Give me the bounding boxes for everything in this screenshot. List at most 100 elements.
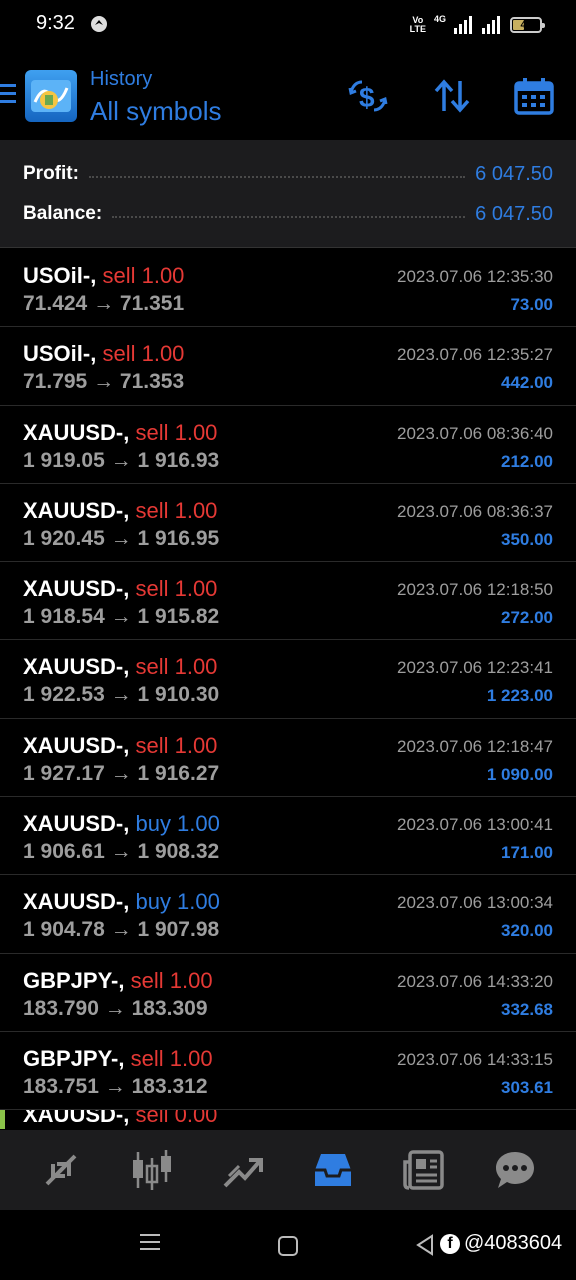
currency-exchange-icon[interactable]: $	[346, 74, 390, 118]
arrow-icon: →	[110, 840, 132, 864]
trade-time: 2023.07.06 08:36:40	[397, 423, 553, 443]
trade-row[interactable]: GBPJPY-, sell 1.00 183.751 → 183.312 2023.…	[0, 1032, 576, 1111]
app-logo[interactable]	[25, 70, 77, 122]
close-price: 1 910.30	[137, 683, 220, 707]
profit-label: Profit:	[23, 163, 79, 184]
trade-icon[interactable]	[213, 1140, 273, 1200]
trade-direction: sell 1.00	[102, 263, 185, 288]
trade-row-partial[interactable]: XAUUSD-, sell 0.00	[0, 1110, 576, 1129]
trade-symbol: XAUUSD-, buy 1.00	[23, 889, 220, 915]
trade-row[interactable]: GBPJPY-, sell 1.00 183.790 → 183.309 2023.…	[0, 954, 576, 1032]
trade-direction: sell 1.00	[102, 341, 185, 367]
open-price: 1 920.45	[23, 526, 105, 550]
trade-profit: 320.00	[501, 921, 553, 941]
trade-time: 2023.07.06 14:33:15	[397, 1049, 553, 1069]
trade-symbol: XAUUSD-, sell 1.00	[23, 732, 218, 758]
trade-row[interactable]: XAUUSD-, sell 1.00 1 920.45 → 1 916.95 202…	[0, 484, 576, 563]
trade-profit: 332.68	[501, 999, 553, 1019]
trade-row[interactable]: XAUUSD-, sell 1.00 1 919.05 → 1 916.93 202…	[0, 406, 576, 484]
trade-profit: 442.00	[501, 373, 553, 393]
close-price: 183.309	[131, 996, 208, 1020]
trade-prices: 1 922.53 → 1 910.30	[23, 683, 219, 707]
calendar-icon[interactable]	[512, 74, 556, 118]
trade-time: 2023.07.06 13:00:34	[397, 893, 553, 913]
trade-time: 2023.07.06 14:33:20	[397, 971, 553, 991]
chat-icon[interactable]	[485, 1140, 545, 1200]
balance-label: Balance:	[23, 203, 103, 224]
profit-value: 6 047.50	[475, 162, 553, 185]
trade-row[interactable]: XAUUSD-, buy 1.00 1 904.78 → 1 907.98 2023…	[0, 875, 576, 954]
news-icon[interactable]	[394, 1140, 454, 1200]
trade-symbol: GBPJPY-, sell 1.00	[23, 967, 213, 993]
recent-apps-button[interactable]	[140, 1234, 160, 1255]
status-time: 9:32	[36, 12, 75, 34]
trade-row[interactable]: XAUUSD-, sell 1.00 1 918.54 → 1 915.82 202…	[0, 562, 576, 641]
dotted-leader	[112, 216, 466, 218]
page-title: History	[90, 68, 153, 90]
open-price: 1 906.61	[23, 840, 105, 864]
arrow-icon: →	[110, 605, 132, 629]
trade-profit: 350.00	[501, 529, 553, 549]
menu-icon[interactable]	[0, 84, 16, 106]
quotes-icon[interactable]	[31, 1140, 91, 1200]
arrow-icon: →	[93, 370, 115, 394]
trade-row[interactable]: XAUUSD-, buy 1.00 1 906.61 → 1 908.32 2023…	[0, 797, 576, 876]
signal-icon-sim2	[482, 16, 500, 34]
trade-direction: sell 1.00	[130, 1045, 213, 1071]
balance-row: Balance: 6 047.50	[23, 199, 553, 229]
watermark-text: @4083604	[464, 1232, 563, 1254]
open-price: 1 904.78	[23, 918, 105, 942]
history-icon[interactable]	[303, 1140, 363, 1200]
symbol-filter[interactable]: All symbols	[90, 96, 221, 127]
back-button[interactable]	[414, 1234, 436, 1256]
trade-prices: 1 906.61 → 1 908.32	[23, 840, 219, 864]
balance-value: 6 047.50	[475, 202, 553, 225]
open-price: 1 927.17	[23, 761, 105, 785]
trade-time: 2023.07.06 13:00:41	[397, 815, 553, 835]
trade-direction: buy 1.00	[135, 889, 220, 915]
trade-symbol: USOil-, sell 1.00	[23, 341, 185, 367]
trade-prices: 1 920.45 → 1 916.95	[23, 527, 219, 551]
trade-prices: 1 904.78 → 1 907.98	[23, 918, 219, 942]
svg-text:$: $	[359, 82, 375, 113]
arrow-icon: →	[110, 448, 132, 472]
trade-row[interactable]: XAUUSD-, sell 1.00 1 922.53 → 1 910.30 202…	[0, 640, 576, 719]
trade-symbol: XAUUSD-, sell 1.00	[23, 576, 218, 602]
open-price: 1 922.53	[23, 683, 105, 707]
trades-list[interactable]: USOil-, sell 1.00 71.424 → 71.351 2023.07.…	[0, 249, 576, 1129]
trade-row[interactable]: USOil-, sell 1.00 71.795 → 71.353 2023.07.…	[0, 327, 576, 406]
close-price: 1 915.82	[137, 605, 220, 629]
arrow-icon: →	[110, 918, 132, 942]
trade-row[interactable]: XAUUSD-, sell 1.00 1 927.17 → 1 916.27 202…	[0, 719, 576, 798]
close-price: 71.351	[119, 292, 185, 315]
trade-prices: 1 927.17 → 1 916.27	[23, 762, 219, 786]
status-indicators: Vo LTE 4G 43	[409, 14, 545, 36]
trade-symbol: XAUUSD-, sell 1.00	[23, 654, 218, 680]
close-price: 71.353	[119, 370, 185, 394]
volte-indicator: Vo LTE	[409, 15, 426, 34]
trade-direction: sell 0.00	[135, 1110, 218, 1128]
close-price: 1 916.93	[137, 448, 220, 472]
trade-time: 2023.07.06 12:18:47	[397, 736, 553, 756]
trade-row[interactable]: USOil-, sell 1.00 71.424 → 71.351 2023.07.…	[0, 249, 576, 328]
sort-icon[interactable]	[430, 74, 474, 118]
arrow-icon: →	[110, 761, 132, 785]
watermark: f @4083604	[440, 1232, 562, 1255]
account-summary: Profit: 6 047.50 Balance: 6 047.50	[0, 140, 576, 248]
trade-symbol: USOil-, sell 1.00	[23, 263, 185, 288]
trade-direction: sell 1.00	[135, 576, 218, 602]
profit-row: Profit: 6 047.50	[23, 159, 553, 189]
trade-time: 2023.07.06 12:18:50	[397, 580, 553, 600]
trade-profit: 171.00	[501, 843, 553, 863]
trade-prices: 183.790 → 183.309	[23, 997, 208, 1021]
trade-symbol: XAUUSD-, sell 1.00	[23, 497, 218, 523]
home-button[interactable]	[278, 1236, 298, 1256]
trade-profit: 272.00	[501, 608, 553, 628]
chart-icon[interactable]	[122, 1140, 182, 1200]
open-price: 1 918.54	[23, 605, 105, 629]
trade-symbol: XAUUSD-, sell 0.00	[23, 1110, 217, 1128]
trade-time: 2023.07.06 12:35:30	[397, 267, 553, 286]
open-price: 71.424	[23, 292, 88, 315]
trade-prices: 1 918.54 → 1 915.82	[23, 605, 219, 629]
close-price: 1 907.98	[137, 918, 220, 942]
